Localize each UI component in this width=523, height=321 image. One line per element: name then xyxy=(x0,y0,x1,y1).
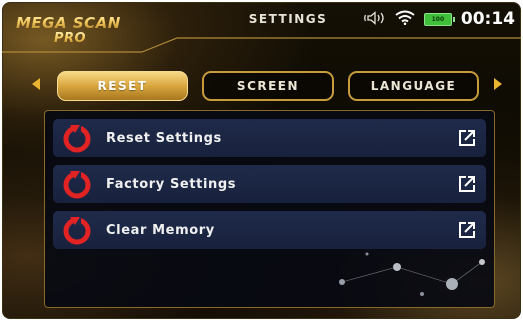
logo-text-line2: PRO xyxy=(54,31,87,46)
app-logo: MEGA SCAN PRO xyxy=(16,12,141,52)
page-title: SETTINGS xyxy=(248,12,328,26)
tab-next-arrow-icon[interactable] xyxy=(494,78,502,90)
battery-icon: 100 xyxy=(423,12,455,26)
tab-language[interactable]: LANGUAGE xyxy=(348,71,479,101)
menu-item-reset-settings[interactable]: Reset Settings xyxy=(53,119,486,157)
menu-item-label: Factory Settings xyxy=(106,176,237,192)
open-external-icon[interactable] xyxy=(458,221,476,239)
tab-reset[interactable]: RESET xyxy=(57,71,188,101)
reset-icon xyxy=(63,124,91,153)
reset-icon xyxy=(63,170,91,199)
menu-item-factory-settings[interactable]: Factory Settings xyxy=(53,165,486,203)
open-external-icon[interactable] xyxy=(458,129,476,147)
menu-item-label: Clear Memory xyxy=(106,222,215,238)
open-external-icon[interactable] xyxy=(458,175,476,193)
tab-screen[interactable]: SCREEN xyxy=(202,71,334,101)
status-bar: 100 00:14 xyxy=(363,7,515,31)
settings-panel: Reset Settings Factory Settings Clear Me… xyxy=(44,110,495,308)
tab-prev-arrow-icon[interactable] xyxy=(32,78,40,90)
menu-item-clear-memory[interactable]: Clear Memory xyxy=(53,211,486,249)
wifi-icon xyxy=(395,10,415,29)
device-screen: MEGA SCAN PRO SETTINGS 100 00:14 RESET S… xyxy=(2,2,521,319)
battery-level: 100 xyxy=(431,15,445,23)
clock: 00:14 xyxy=(460,9,515,29)
menu-item-label: Reset Settings xyxy=(106,130,222,146)
reset-icon xyxy=(63,216,91,245)
speaker-icon xyxy=(363,10,386,28)
logo-text-line1: MEGA SCAN xyxy=(16,14,121,32)
